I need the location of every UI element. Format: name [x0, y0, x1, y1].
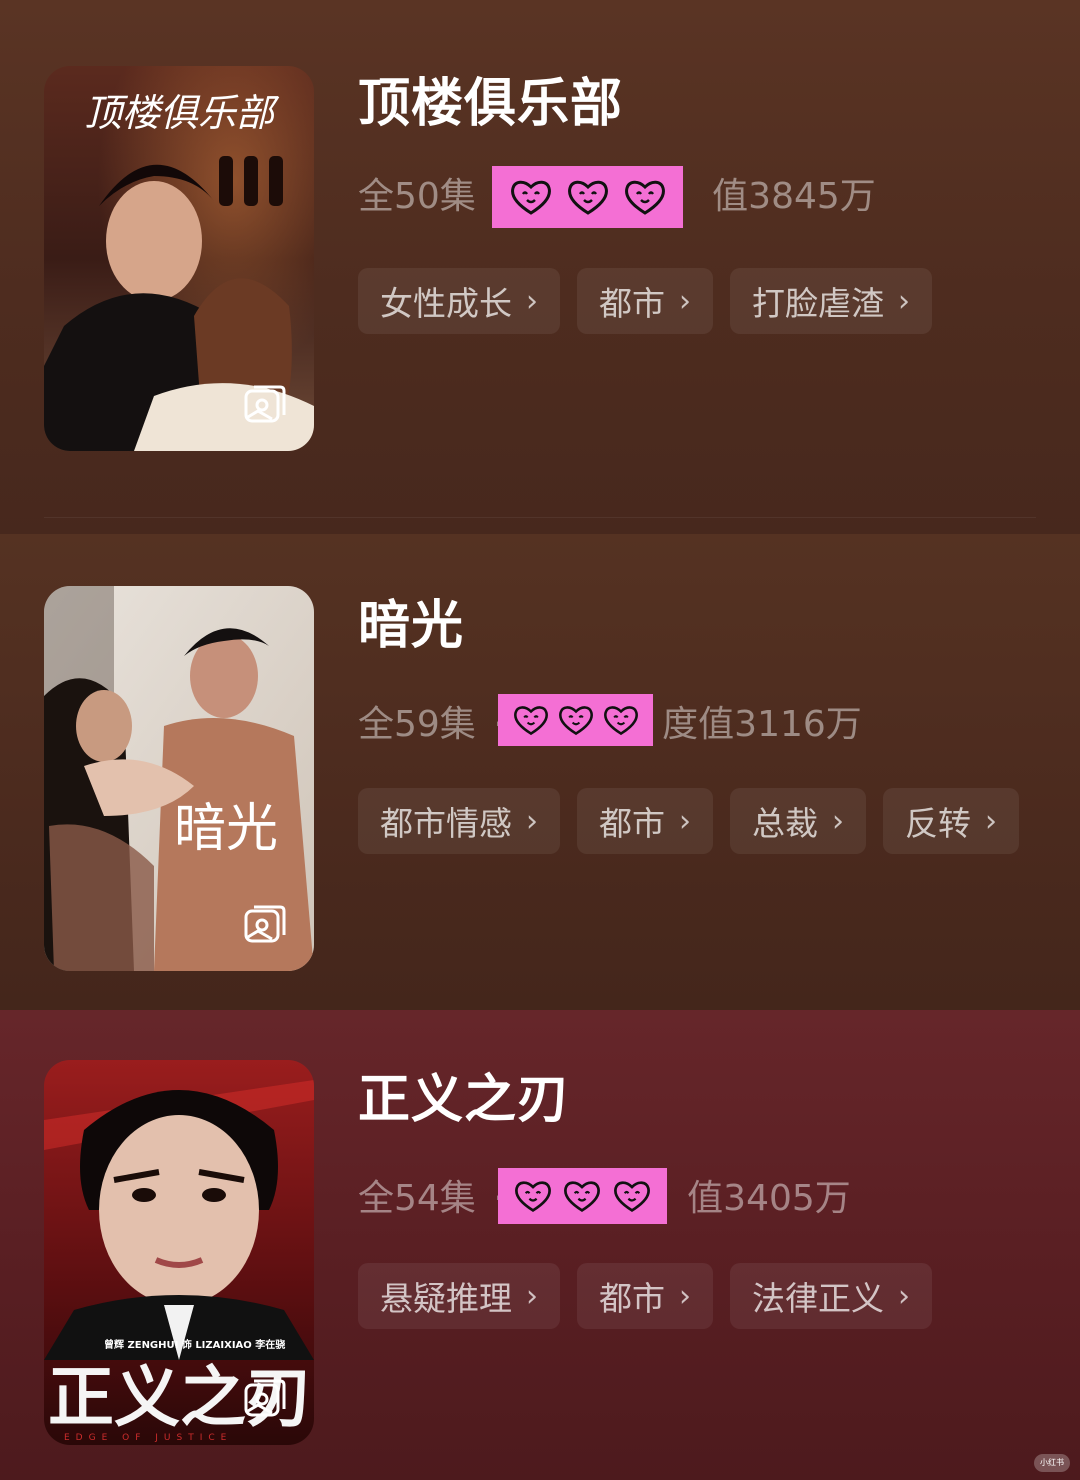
heat-value: 值3405万 — [687, 1178, 851, 1219]
drama-card[interactable]: 曾辉 ZENGHUI 饰 LIZAIXIAO 李在骁 正义之刃 EDGE OF … — [0, 1010, 1080, 1480]
tag-list: 女性成长 › 都市 › 打脸虐渣 › — [358, 268, 932, 334]
heat-value: 度值3116万 — [662, 704, 862, 745]
tag-chip[interactable]: 都市 › — [577, 788, 713, 854]
drama-meta: 全54集 · 值3405万 — [358, 1168, 851, 1230]
poster-image[interactable]: 曾辉 ZENGHUI 饰 LIZAIXIAO 李在骁 正义之刃 EDGE OF … — [44, 1060, 314, 1445]
chevron-right-icon: › — [985, 803, 997, 839]
tag-chip[interactable]: 法律正义 › — [730, 1263, 932, 1329]
heart-face-icon — [567, 180, 608, 215]
heart-face-icon — [603, 706, 638, 736]
tag-chip[interactable]: 悬疑推理 › — [358, 1263, 560, 1329]
drama-title[interactable]: 顶楼俱乐部 — [358, 72, 623, 136]
tag-chip[interactable]: 打脸虐渣 › — [730, 268, 932, 334]
episode-count: 全50集 — [358, 176, 476, 217]
tag-label: 都市 — [599, 1279, 665, 1318]
tag-chip[interactable]: 女性成长 › — [358, 268, 560, 334]
poster-image[interactable]: 暗光 — [44, 586, 314, 971]
tag-label: 法律正义 — [752, 1279, 884, 1318]
tag-chip[interactable]: 都市 › — [577, 1263, 713, 1329]
chevron-right-icon: › — [679, 803, 691, 839]
chevron-right-icon: › — [898, 1278, 910, 1314]
tag-label: 悬疑推理 — [380, 1279, 512, 1318]
heat-value: 值3845万 — [712, 176, 876, 217]
tag-label: 都市情感 — [380, 804, 512, 843]
tag-label: 都市 — [599, 284, 665, 323]
chevron-right-icon: › — [526, 283, 538, 319]
drama-card[interactable]: 顶楼俱乐部 顶楼俱乐部 全50集 · 值3845万 女性成长 › 都市 › 打脸虐渣… — [0, 0, 1080, 534]
poster-title-text: 顶楼俱乐部 — [84, 91, 280, 135]
poster-subtitle: EDGE OF JUSTICE — [64, 1433, 232, 1443]
chevron-right-icon: › — [526, 803, 538, 839]
tag-label: 反转 — [905, 804, 971, 843]
card-divider — [44, 517, 1036, 518]
drama-title[interactable]: 暗光 — [358, 594, 464, 658]
episode-count: 全59集 — [358, 704, 476, 745]
episode-count: 全54集 — [358, 1178, 476, 1219]
tag-label: 打脸虐渣 — [752, 284, 884, 323]
chevron-right-icon: › — [679, 1278, 691, 1314]
heart-face-icon — [558, 706, 593, 736]
heart-sticker-overlay — [498, 694, 653, 746]
tag-label: 都市 — [599, 804, 665, 843]
heart-face-icon — [514, 1181, 551, 1212]
drama-meta: 全59集 · 度值3116万 — [358, 694, 862, 756]
gallery-icon — [244, 1379, 286, 1417]
drama-card[interactable]: 暗光 暗光 全59集 · 度值3116万 都市情感 › 都市 › 总裁 › 反转 › — [0, 534, 1080, 1010]
chevron-right-icon: › — [526, 1278, 538, 1314]
heart-face-icon — [564, 1181, 601, 1212]
tag-chip[interactable]: 都市 › — [577, 268, 713, 334]
drama-meta: 全50集 · 值3845万 — [358, 166, 876, 228]
chevron-right-icon: › — [679, 283, 691, 319]
chevron-right-icon: › — [898, 283, 910, 319]
heart-face-icon — [513, 706, 548, 736]
tag-chip[interactable]: 总裁 › — [730, 788, 866, 854]
tag-chip[interactable]: 反转 › — [883, 788, 1019, 854]
poster-title-text: 暗光 — [174, 799, 278, 859]
tag-label: 总裁 — [752, 804, 818, 843]
watermark-logo: 小红书 — [1034, 1454, 1070, 1472]
gallery-icon — [244, 905, 286, 943]
tag-list: 都市情感 › 都市 › 总裁 › 反转 › — [358, 788, 1019, 854]
chevron-right-icon: › — [832, 803, 844, 839]
heart-face-icon — [614, 1181, 651, 1212]
poster-credit: 曾辉 ZENGHUI 饰 LIZAIXIAO 李在骁 — [104, 1338, 285, 1351]
tag-list: 悬疑推理 › 都市 › 法律正义 › — [358, 1263, 932, 1329]
tag-chip[interactable]: 都市情感 › — [358, 788, 560, 854]
drama-title[interactable]: 正义之刃 — [358, 1068, 570, 1132]
heart-sticker-overlay — [492, 166, 683, 228]
heart-face-icon — [510, 180, 551, 215]
poster-image[interactable]: 顶楼俱乐部 — [44, 66, 314, 451]
tag-label: 女性成长 — [380, 284, 512, 323]
heart-face-icon — [624, 180, 665, 215]
heart-sticker-overlay — [498, 1168, 667, 1224]
gallery-icon — [244, 385, 286, 423]
